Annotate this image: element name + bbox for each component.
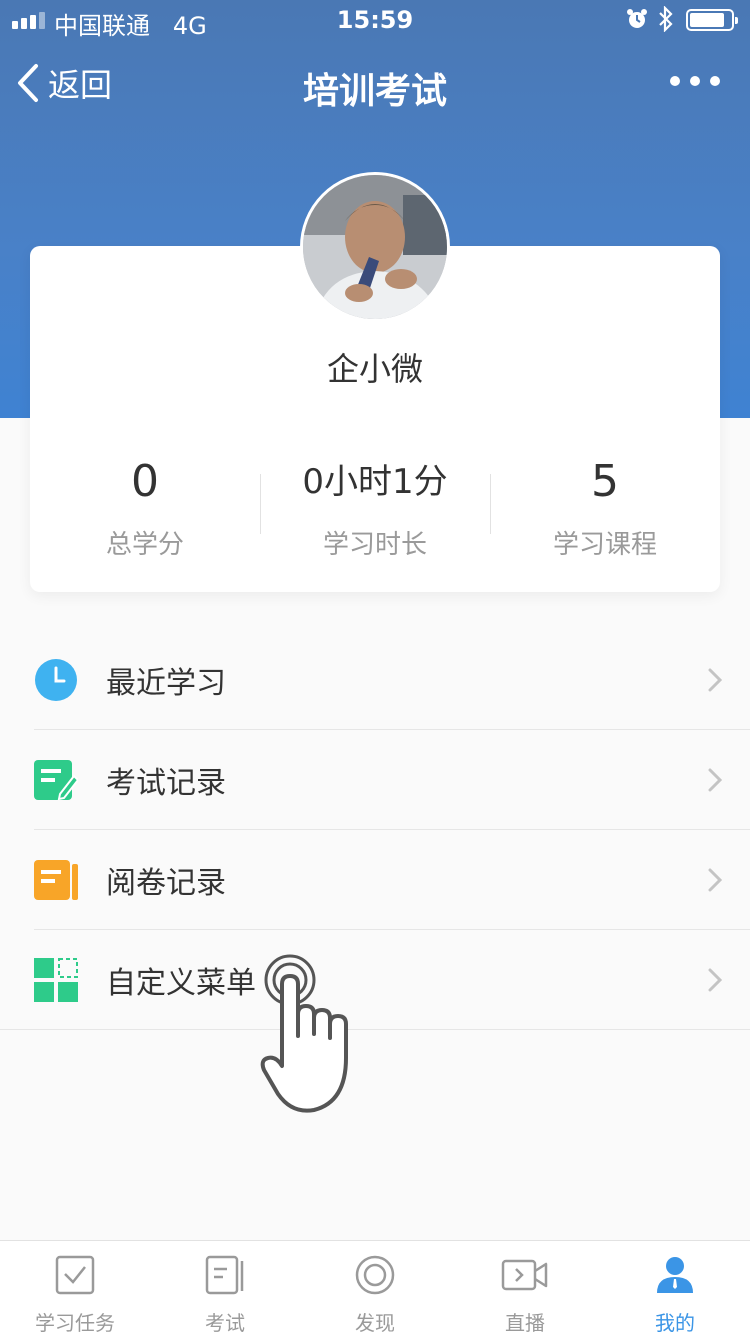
menu-label: 阅卷记录 [106,866,226,901]
avatar-photo [303,175,447,319]
chevron-right-icon [708,668,722,692]
discover-icon [355,1255,395,1295]
exam-record-icon [34,760,78,801]
marking-record-icon [34,860,78,900]
video-icon [501,1259,548,1291]
bluetooth-icon [659,6,673,32]
tab-label: 考试 [205,1311,245,1334]
stat-courses[interactable]: 5 学习课程 [490,452,720,561]
stat-label: 总学分 [105,530,184,560]
tab-label: 学习任务 [35,1311,115,1334]
stat-value: 5 [591,456,619,507]
clock-icon [35,659,77,701]
menu-item-marking-records[interactable]: 阅卷记录 [0,830,750,930]
stats-row: 0 总学分 0小时1分 学习时长 5 学习课程 [30,452,720,561]
stat-label: 学习课程 [552,530,657,560]
tap-hand-icon [260,954,348,1113]
tab-mine[interactable]: 我的 [600,1241,750,1334]
stat-value: 0小时1分 [302,462,448,502]
checkbox-icon [55,1255,95,1295]
avatar[interactable] [300,172,450,322]
menu-label: 自定义菜单 [106,966,256,1001]
user-icon [657,1257,693,1293]
stat-label: 学习时长 [322,530,427,560]
menu-item-recent-study[interactable]: 最近学习 [0,630,750,730]
page-title: 培训考试 [302,71,447,112]
tab-label: 发现 [355,1311,395,1334]
user-name: 企小微 [326,350,423,388]
more-button[interactable] [670,76,720,86]
more-dots-icon [670,76,680,86]
tab-bar: 学习任务 考试 发现 直播 我的 [0,1240,750,1334]
tab-label: 我的 [655,1311,695,1334]
stat-study-duration[interactable]: 0小时1分 学习时长 [260,452,490,561]
tab-live[interactable]: 直播 [450,1241,600,1334]
stat-total-credits[interactable]: 0 总学分 [30,452,260,561]
alarm-icon [627,9,647,28]
custom-menu-icon [34,958,78,1002]
chevron-right-icon [708,868,722,892]
tab-exam[interactable]: 考试 [150,1241,300,1334]
tab-discover[interactable]: 发现 [300,1241,450,1334]
tab-study-tasks[interactable]: 学习任务 [0,1241,150,1334]
exam-icon [205,1255,244,1295]
menu-label: 最近学习 [106,666,226,701]
status-bar: 中国联通 4G 15:59 [0,0,750,40]
menu-label: 考试记录 [106,766,226,801]
chevron-right-icon [708,968,722,992]
chevron-right-icon [708,768,722,792]
stat-value: 0 [131,456,159,507]
tab-label: 直播 [505,1311,545,1334]
battery-icon [686,9,738,31]
menu-item-exam-records[interactable]: 考试记录 [0,730,750,830]
